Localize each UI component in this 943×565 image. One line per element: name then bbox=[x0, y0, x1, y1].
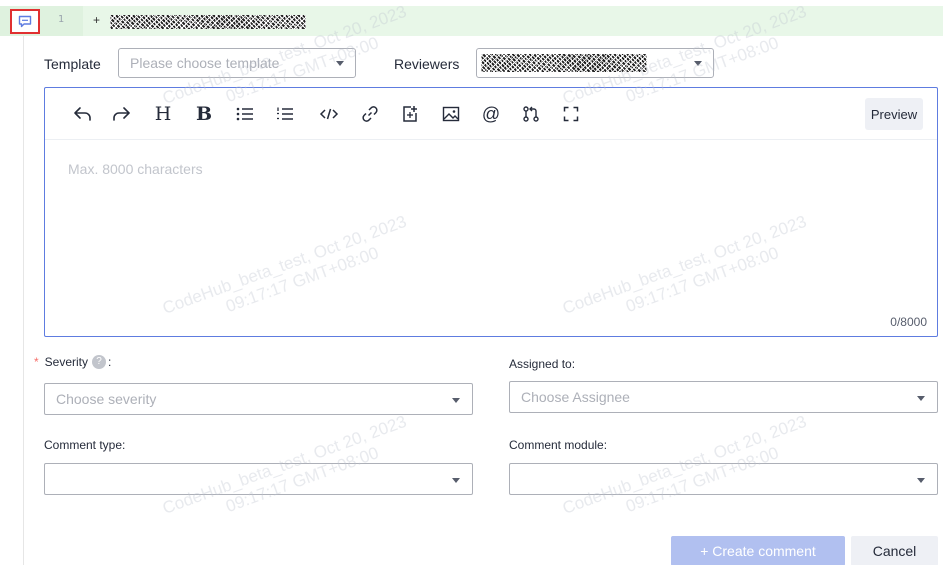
comment-module-label: Comment module: bbox=[509, 438, 608, 452]
line-number: 1 bbox=[58, 14, 65, 25]
editor-toolbar: H B @ Preview bbox=[45, 88, 937, 140]
chevron-down-icon bbox=[917, 396, 925, 401]
severity-placeholder: Choose severity bbox=[56, 391, 157, 407]
severity-select[interactable]: Choose severity bbox=[44, 383, 473, 415]
undo-icon[interactable] bbox=[71, 102, 95, 126]
redacted-code bbox=[110, 15, 306, 29]
comment-module-select[interactable] bbox=[509, 463, 938, 495]
character-counter: 0/8000 bbox=[890, 315, 927, 329]
diff-added-line: 1 + bbox=[0, 6, 943, 36]
code-icon[interactable] bbox=[317, 102, 341, 126]
help-icon[interactable]: ? bbox=[92, 355, 107, 369]
fullscreen-icon[interactable] bbox=[559, 102, 583, 126]
comment-icon bbox=[18, 15, 32, 28]
link-icon[interactable] bbox=[358, 102, 382, 126]
reviewers-label: Reviewers bbox=[394, 56, 460, 72]
chevron-down-icon bbox=[336, 61, 344, 66]
comment-type-label: Comment type: bbox=[44, 438, 126, 452]
comment-textarea[interactable] bbox=[46, 141, 936, 331]
required-marker: * bbox=[34, 355, 39, 369]
chevron-down-icon bbox=[694, 61, 702, 66]
add-comment-button[interactable] bbox=[10, 9, 40, 34]
template-select[interactable]: Please choose template bbox=[118, 48, 356, 78]
assignee-select[interactable]: Choose Assignee bbox=[509, 381, 938, 413]
comment-type-select[interactable] bbox=[44, 463, 473, 495]
chevron-down-icon bbox=[452, 478, 460, 483]
comment-editor: H B @ Preview 0/8000 bbox=[44, 87, 938, 337]
redacted-reviewer bbox=[481, 54, 647, 72]
preview-button[interactable]: Preview bbox=[865, 98, 923, 130]
merge-request-icon[interactable] bbox=[519, 102, 543, 126]
assigned-to-label: Assigned to: bbox=[509, 357, 576, 371]
bullet-list-icon[interactable] bbox=[233, 102, 257, 126]
mention-icon[interactable]: @ bbox=[479, 102, 503, 126]
bold-icon[interactable]: B bbox=[192, 102, 216, 126]
chevron-down-icon bbox=[917, 478, 925, 483]
template-placeholder: Please choose template bbox=[130, 55, 280, 71]
assignee-placeholder: Choose Assignee bbox=[521, 389, 630, 405]
create-comment-button[interactable]: + Create comment bbox=[671, 536, 845, 565]
panel-gutter bbox=[23, 36, 24, 565]
chevron-down-icon bbox=[452, 398, 460, 403]
diff-added-marker: + bbox=[93, 13, 101, 27]
add-file-icon[interactable] bbox=[398, 102, 422, 126]
cancel-button[interactable]: Cancel bbox=[851, 536, 938, 565]
image-icon[interactable] bbox=[439, 102, 463, 126]
severity-label: * Severity?: bbox=[34, 355, 112, 369]
numbered-list-icon[interactable] bbox=[273, 102, 297, 126]
redo-icon[interactable] bbox=[109, 102, 133, 126]
template-label: Template bbox=[44, 56, 101, 72]
heading-icon[interactable]: H bbox=[151, 102, 175, 126]
